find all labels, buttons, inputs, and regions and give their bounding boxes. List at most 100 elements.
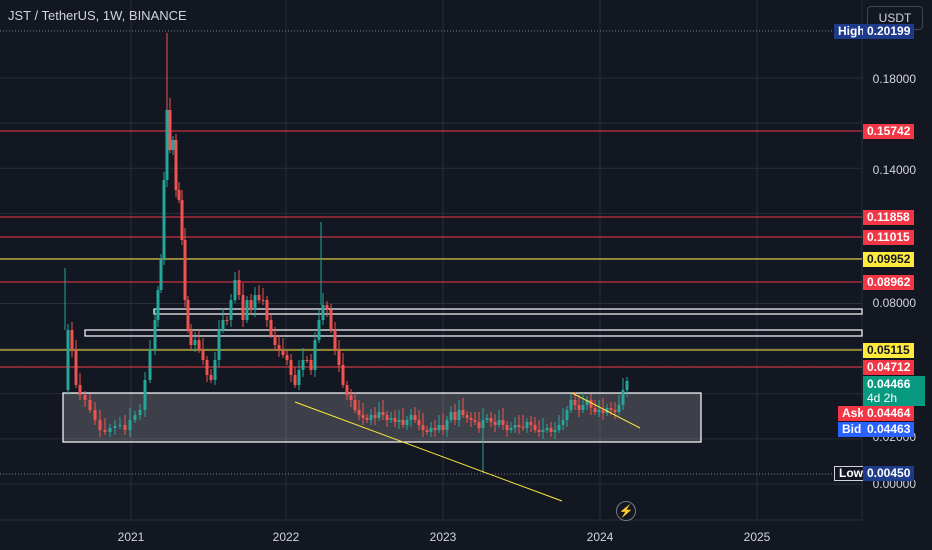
time-tick: 2023 — [430, 530, 457, 544]
candle-body — [413, 415, 417, 420]
candle-body — [581, 405, 585, 410]
candle-body — [213, 360, 217, 380]
candle-body — [449, 412, 453, 420]
candle-body — [168, 110, 172, 150]
candle-body — [349, 395, 353, 400]
zones — [62, 308, 863, 443]
candle-body — [573, 400, 577, 405]
symbol-title: JST / TetherUS, 1W, BINANCE — [8, 8, 187, 23]
candle-body — [257, 295, 261, 300]
candle-body — [621, 390, 625, 405]
lightning-icon[interactable]: ⚡ — [616, 501, 636, 521]
candle-body — [269, 320, 273, 335]
level-tag-4: 0.08962 — [863, 275, 915, 290]
candle-body — [505, 425, 509, 430]
candle-body — [293, 375, 297, 385]
candle-body — [249, 300, 253, 310]
candle-body — [589, 400, 593, 408]
candle-body — [549, 428, 553, 432]
candle-body — [277, 345, 281, 350]
time-tick: 2022 — [273, 530, 300, 544]
candle-body — [405, 420, 409, 425]
candle-body — [509, 428, 513, 430]
candle-body — [385, 415, 389, 420]
candle-body — [501, 420, 505, 425]
candle-body — [533, 425, 537, 430]
candle-body — [457, 410, 461, 420]
resistance-zone-lower — [84, 329, 863, 337]
candle-body — [321, 305, 325, 320]
candle-body — [565, 410, 569, 420]
candle-body — [485, 418, 489, 420]
candle-body — [273, 335, 277, 345]
resistance-zone-upper — [153, 308, 863, 315]
candle-body — [297, 370, 301, 385]
candle-body — [541, 430, 545, 432]
candle-body — [521, 427, 525, 428]
candle-body — [108, 428, 112, 432]
candle-body — [365, 418, 369, 420]
candle-body — [237, 280, 241, 295]
candle-body — [261, 300, 265, 301]
countdown: 4d 2h — [867, 391, 898, 405]
candle-body — [189, 330, 193, 345]
candle-body — [401, 420, 405, 425]
candle-body — [537, 430, 541, 432]
candle-body — [83, 395, 87, 400]
candle-body — [221, 320, 225, 330]
candle-body — [156, 290, 160, 320]
candle-body — [301, 360, 305, 370]
high-value: 0.20199 — [863, 24, 915, 39]
candle-body — [601, 410, 605, 413]
candle-body — [165, 110, 169, 180]
candle-body — [133, 415, 137, 420]
time-tick: 2024 — [587, 530, 614, 544]
candle-body — [441, 425, 445, 430]
chart-canvas[interactable]: 2021 2022 2023 2024 2025 0.18000 0.14000 0.080… — [0, 0, 932, 550]
horizontal-levels — [0, 130, 862, 368]
level-tag-5: 0.05115 — [863, 343, 914, 358]
candle-body — [461, 410, 465, 415]
candle-body — [93, 410, 97, 420]
price-tick: 0.14000 — [873, 163, 917, 177]
price-tick: 0.18000 — [873, 72, 917, 86]
candle-body — [445, 420, 449, 430]
candle-body — [162, 180, 166, 260]
candle-body — [329, 310, 333, 330]
candle-body — [465, 415, 469, 418]
candle-body — [233, 280, 237, 300]
level-tag-2: 0.11015 — [863, 230, 914, 245]
candle-body — [561, 420, 565, 425]
candle-body — [429, 428, 433, 432]
candle-body — [397, 420, 401, 422]
ask-value: 0.04464 — [863, 406, 915, 421]
candle-body — [118, 425, 122, 426]
candle-body — [417, 420, 421, 425]
candle-body — [177, 190, 181, 200]
candle-body — [70, 330, 74, 350]
candle-body — [353, 400, 357, 410]
bid-label: Bid — [838, 422, 866, 437]
candle-body — [265, 300, 269, 320]
candle-body — [88, 400, 92, 410]
candle-body — [183, 240, 187, 300]
candle-body — [545, 428, 549, 430]
candle-body — [313, 340, 317, 370]
candle-body — [597, 410, 601, 412]
candle-body — [373, 415, 377, 418]
candle-body — [225, 320, 229, 321]
candle-body — [98, 420, 102, 430]
candle-body — [253, 295, 257, 310]
candle-body — [128, 420, 132, 430]
candle-body — [477, 422, 481, 428]
candle-body — [113, 426, 117, 428]
candle-body — [525, 422, 529, 428]
candle-body — [241, 295, 245, 320]
candle-body — [281, 350, 285, 355]
candle-body — [229, 300, 233, 320]
candle-body — [159, 260, 163, 290]
candle-body — [529, 422, 533, 425]
candle-body — [217, 330, 221, 360]
candle-body — [66, 330, 70, 390]
candle-body — [245, 300, 249, 320]
